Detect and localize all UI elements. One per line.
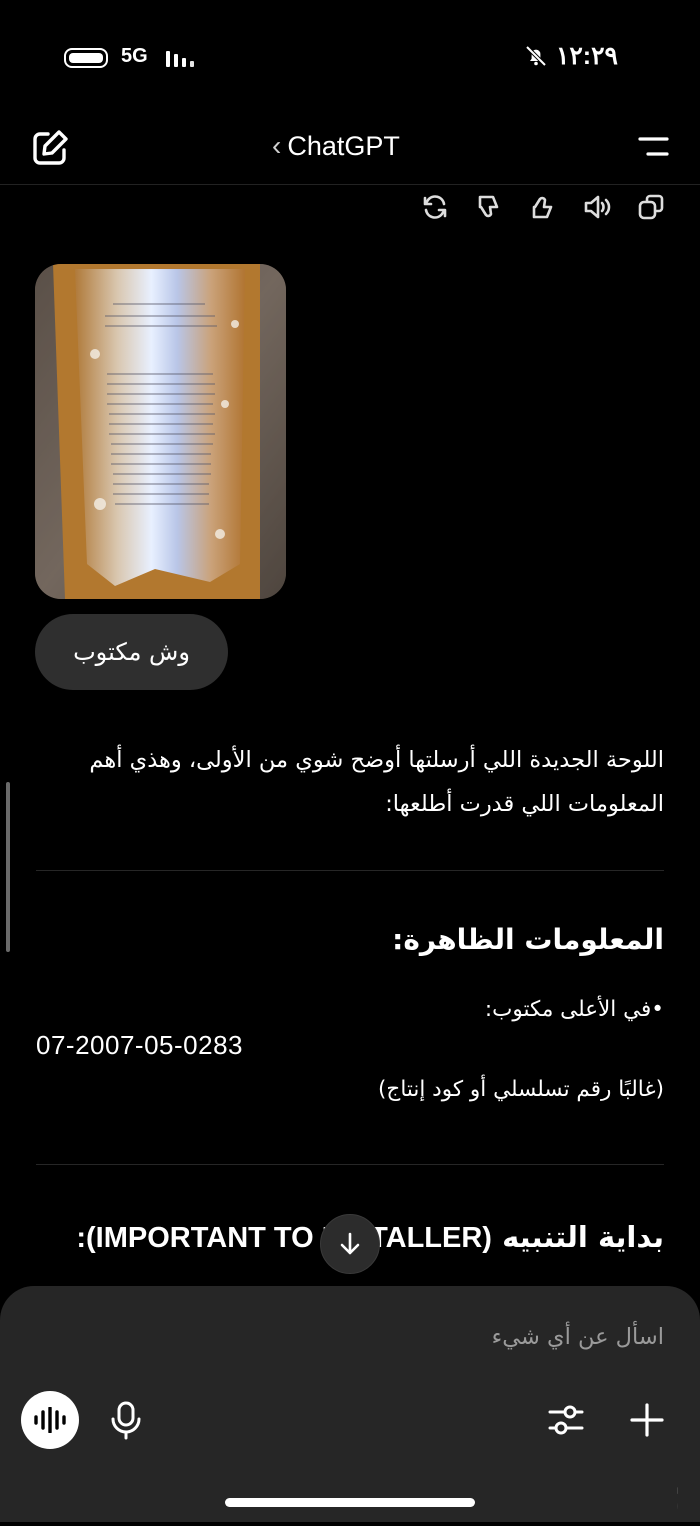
header-divider: [0, 184, 700, 185]
voice-mode-button[interactable]: [21, 1391, 79, 1449]
waveform-icon: [34, 1407, 66, 1433]
bullet-label: •في الأعلى مكتوب:: [484, 997, 664, 1022]
section-divider: [36, 1164, 664, 1165]
battery-icon: [64, 48, 108, 68]
section-heading: المعلومات الظاهرة:: [392, 923, 664, 956]
scrollbar[interactable]: [6, 782, 10, 952]
home-indicator: [225, 1498, 475, 1507]
regenerate-icon[interactable]: [420, 192, 450, 222]
photo-content: [35, 264, 286, 599]
assistant-intro: اللوحة الجديدة اللي أرسلتها أوضح شوي من …: [89, 747, 664, 817]
thumbs-up-icon[interactable]: [528, 192, 558, 222]
signal-icon: [166, 49, 200, 67]
section-divider: [36, 870, 664, 871]
arrow-down-icon: [340, 1232, 360, 1255]
status-bar: 5G ١٢:٢٩: [0, 38, 700, 78]
message-actions: [420, 192, 666, 222]
haraj-watermark: حراج: [673, 1461, 678, 1521]
composer: اسأل عن أي شيء حراج: [0, 1286, 700, 1522]
plus-icon[interactable]: [630, 1403, 664, 1437]
next-heading-en: (IMPORTANT TO INSTALLER):: [76, 1222, 492, 1254]
page-title: ChatGPT: [287, 130, 400, 161]
user-message-text: وش مكتوب: [73, 638, 190, 666]
tools-icon[interactable]: [548, 1403, 584, 1437]
attached-photo[interactable]: [35, 264, 286, 599]
silent-bell-icon: [525, 45, 547, 67]
copy-icon[interactable]: [636, 192, 666, 222]
serial-code: 07-2007-05-0283: [36, 1030, 243, 1060]
chevron-left-icon: ‹: [272, 130, 282, 161]
svg-text:حراج: حراج: [673, 1461, 678, 1521]
clock: ١٢:٢٩: [555, 42, 618, 70]
thumbs-down-icon[interactable]: [474, 192, 504, 222]
next-heading-ar: بداية التنبيه: [502, 1220, 664, 1254]
menu-icon[interactable]: [634, 134, 670, 160]
app-header: ‹ ChatGPT: [0, 118, 700, 178]
microphone-icon[interactable]: [108, 1400, 144, 1440]
network-type: 5G: [121, 45, 148, 67]
new-chat-icon[interactable]: [30, 128, 70, 168]
chat-title-button[interactable]: ‹ ChatGPT: [272, 130, 400, 162]
user-message: وش مكتوب: [35, 614, 228, 690]
read-aloud-icon[interactable]: [582, 192, 612, 222]
scroll-down-button[interactable]: [320, 1214, 380, 1274]
serial-note: (غالبًا رقم تسلسلي أو كود إنتاج): [378, 1077, 664, 1102]
message-input[interactable]: اسأل عن أي شيء: [492, 1324, 664, 1350]
